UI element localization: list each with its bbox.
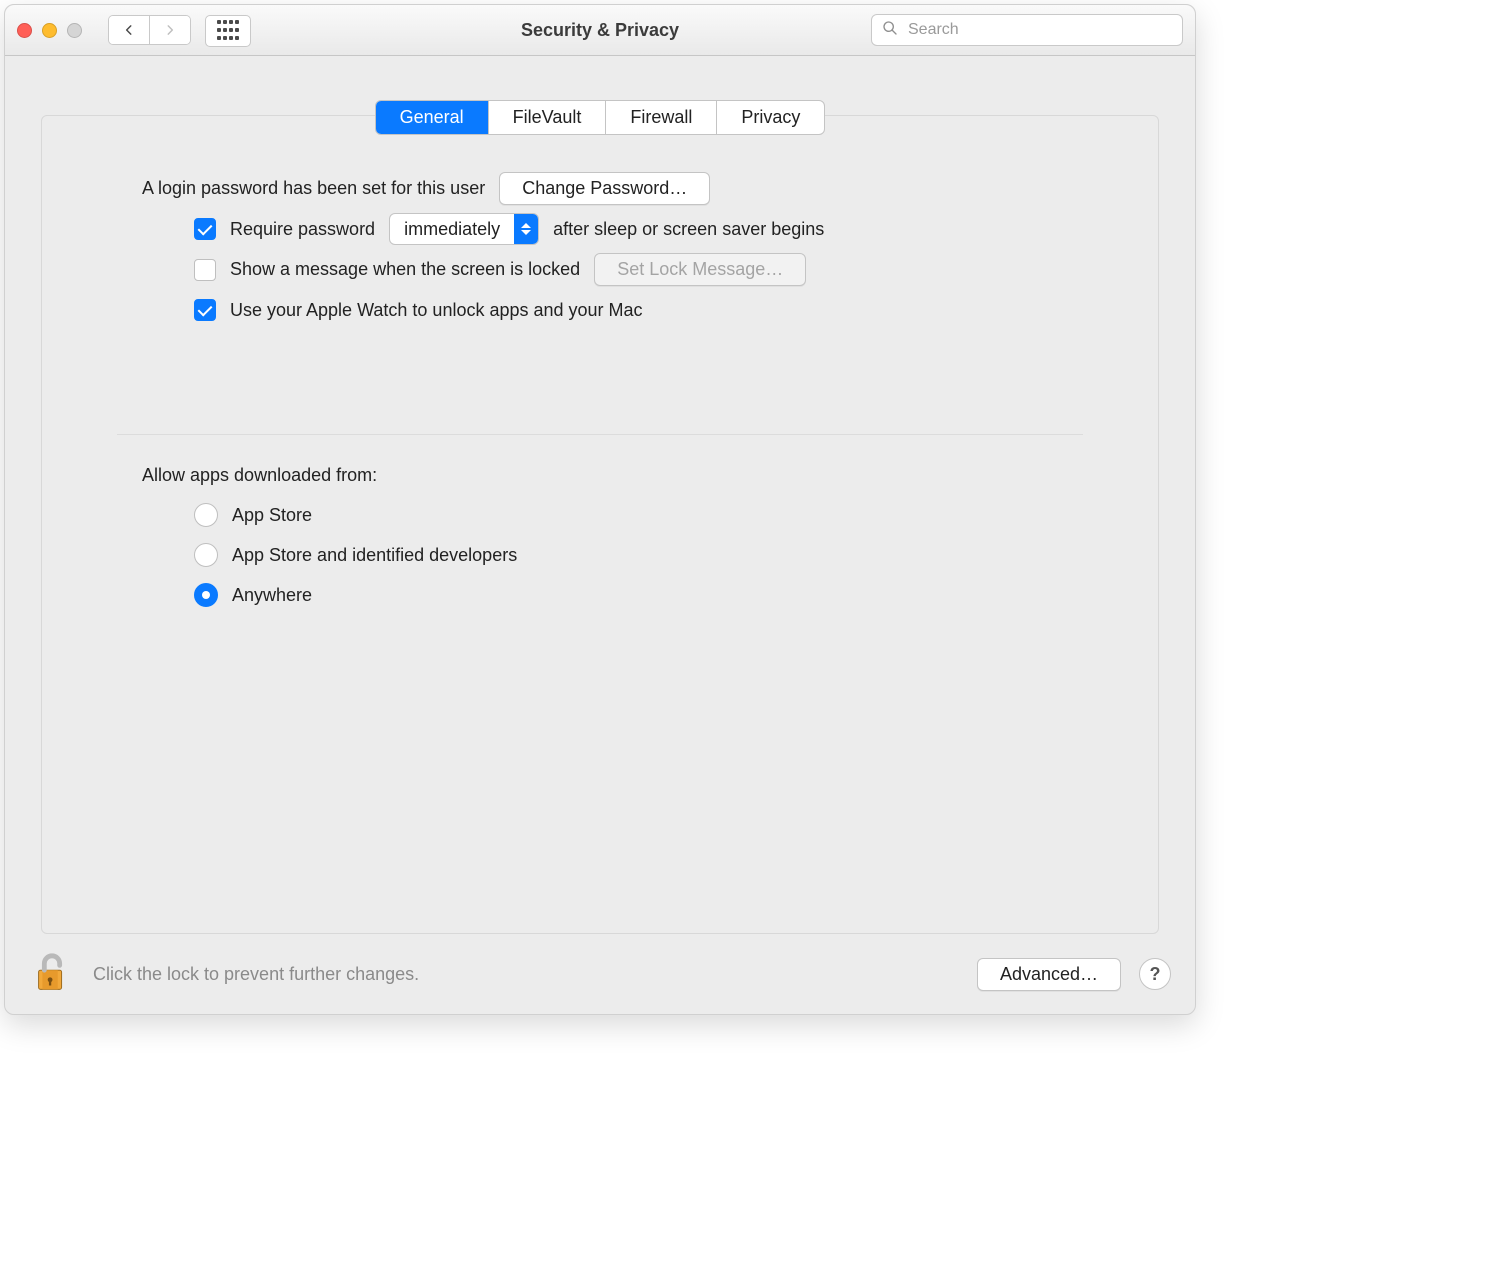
forward-button[interactable] xyxy=(149,16,190,44)
window-body: General FileVault Firewall Privacy A log… xyxy=(5,56,1195,1014)
toolbar-nav xyxy=(108,15,251,45)
lock-message-row: Show a message when the screen is locked… xyxy=(142,253,1058,286)
radio-app-store[interactable] xyxy=(194,503,218,527)
radio-anywhere-label: Anywhere xyxy=(232,585,312,606)
titlebar: Security & Privacy xyxy=(5,5,1195,56)
help-button[interactable]: ? xyxy=(1139,958,1171,990)
gatekeeper-option-anywhere: Anywhere xyxy=(142,579,1058,611)
grid-icon xyxy=(217,20,239,42)
preferences-window: Security & Privacy General FileVault Fir… xyxy=(4,4,1196,1015)
lock-message-checkbox[interactable] xyxy=(194,259,216,281)
require-password-checkbox[interactable] xyxy=(194,218,216,240)
radio-anywhere[interactable] xyxy=(194,583,218,607)
general-panel: A login password has been set for this u… xyxy=(41,115,1159,934)
tab-firewall[interactable]: Firewall xyxy=(605,101,716,134)
require-password-delay-value: immediately xyxy=(390,219,514,240)
zoom-window-button[interactable] xyxy=(67,23,82,38)
tab-privacy[interactable]: Privacy xyxy=(716,101,824,134)
minimize-window-button[interactable] xyxy=(42,23,57,38)
apple-watch-row: Use your Apple Watch to unlock apps and … xyxy=(142,294,1058,326)
back-button[interactable] xyxy=(109,16,149,44)
change-password-button[interactable]: Change Password… xyxy=(499,172,710,205)
lock-message-label: Show a message when the screen is locked xyxy=(230,259,580,280)
set-lock-message-button[interactable]: Set Lock Message… xyxy=(594,253,806,286)
apple-watch-label: Use your Apple Watch to unlock apps and … xyxy=(230,300,643,321)
tab-filevault[interactable]: FileVault xyxy=(488,101,606,134)
login-password-row: A login password has been set for this u… xyxy=(142,172,1058,205)
search-input[interactable] xyxy=(906,20,1172,40)
radio-identified-developers[interactable] xyxy=(194,543,218,567)
window-controls xyxy=(17,23,82,38)
lock-icon[interactable] xyxy=(29,951,75,997)
stepper-icon xyxy=(514,214,538,244)
gatekeeper-option-app-store: App Store xyxy=(142,499,1058,531)
gatekeeper-heading-row: Allow apps downloaded from: xyxy=(142,459,1058,491)
footer: Click the lock to prevent further change… xyxy=(5,934,1195,1014)
radio-app-store-label: App Store xyxy=(232,505,312,526)
require-password-label-after: after sleep or screen saver begins xyxy=(553,219,824,240)
tab-bar: General FileVault Firewall Privacy xyxy=(375,100,826,135)
require-password-row: Require password immediately after sleep… xyxy=(142,213,1058,245)
login-password-status: A login password has been set for this u… xyxy=(142,178,485,199)
back-forward-segmented xyxy=(108,15,191,45)
gatekeeper-option-identified: App Store and identified developers xyxy=(142,539,1058,571)
section-divider xyxy=(117,434,1083,435)
show-all-preferences-button[interactable] xyxy=(205,15,251,47)
radio-identified-developers-label: App Store and identified developers xyxy=(232,545,517,566)
close-window-button[interactable] xyxy=(17,23,32,38)
tab-general[interactable]: General xyxy=(376,101,488,134)
search-icon xyxy=(882,20,898,41)
require-password-label-before: Require password xyxy=(230,219,375,240)
lock-hint-text: Click the lock to prevent further change… xyxy=(93,964,419,985)
apple-watch-checkbox[interactable] xyxy=(194,299,216,321)
require-password-delay-popup[interactable]: immediately xyxy=(389,213,539,245)
advanced-button[interactable]: Advanced… xyxy=(977,958,1121,991)
search-field[interactable] xyxy=(871,14,1183,46)
gatekeeper-heading: Allow apps downloaded from: xyxy=(142,465,377,486)
